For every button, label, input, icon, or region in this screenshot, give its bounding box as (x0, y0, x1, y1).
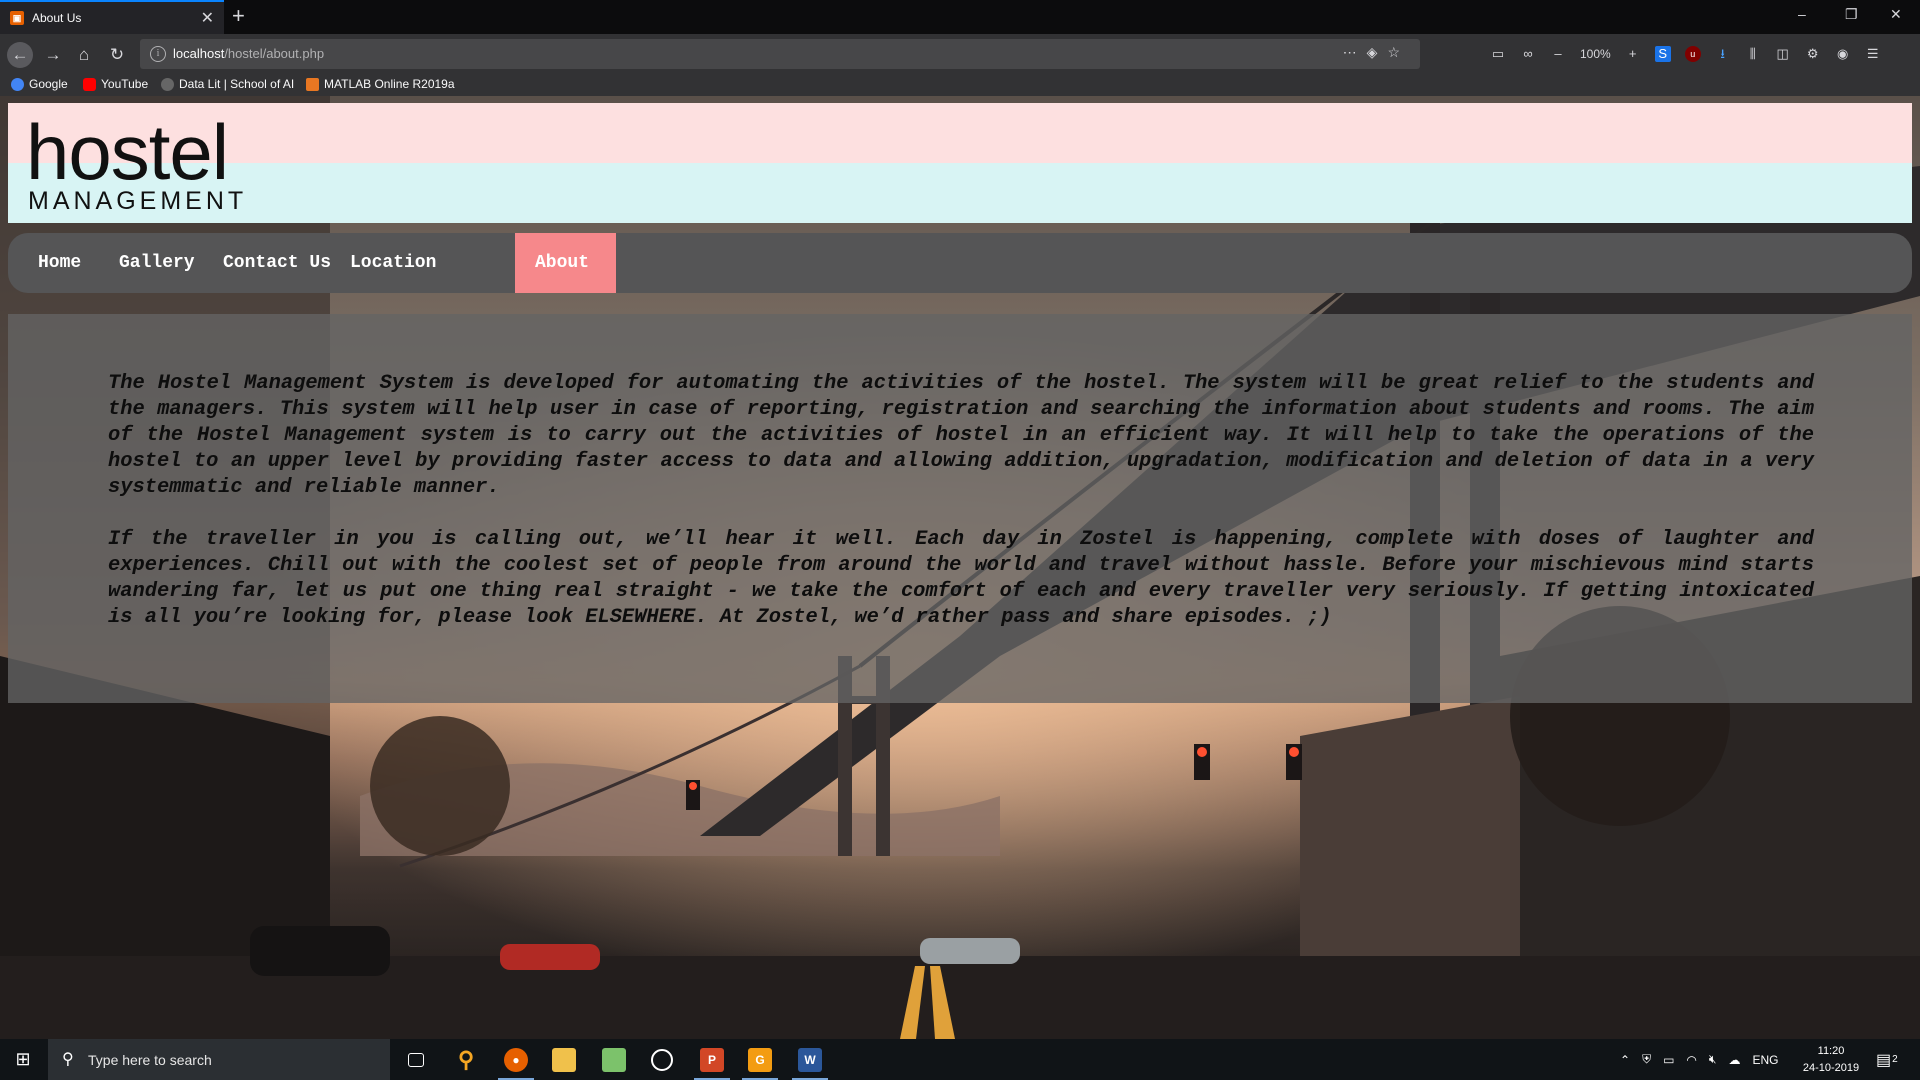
taskbar-search-input[interactable] (86, 1047, 380, 1073)
bookmark-google[interactable]: Google (11, 77, 68, 91)
about-content-panel: The Hostel Management System is develope… (8, 314, 1912, 703)
bookmark-data-lit[interactable]: Data Lit | School of AI (161, 77, 294, 91)
logo-word: hostel (26, 108, 229, 196)
defender-icon[interactable]: ⛨ (1642, 1052, 1651, 1067)
file-explorer-icon[interactable] (540, 1039, 588, 1080)
tab-title: About Us (32, 11, 82, 25)
task-view-icon[interactable] (392, 1039, 440, 1080)
reader-view-icon[interactable]: ▭ (1490, 46, 1506, 62)
settings-gear-icon[interactable]: ⚙ (1805, 46, 1821, 62)
taskbar-search[interactable]: ⚲ (48, 1039, 390, 1080)
restore-button[interactable]: ❐ (1845, 6, 1858, 23)
url-bar[interactable]: i localhost/hostel/about.php ⋯◈☆ (140, 39, 1420, 69)
site-header: hostel MANAGEMENT (8, 103, 1912, 223)
account-icon[interactable]: ◉ (1835, 46, 1851, 62)
more-actions-icon: ⋯ (1342, 44, 1367, 60)
extension-s-icon[interactable]: S (1654, 46, 1671, 62)
system-tray: ⌃ ⛨ ▭ ◠ 🔇︎ ☁ ENG (1620, 1039, 1778, 1080)
windows-start-icon[interactable]: ⊞ (0, 1039, 46, 1080)
menu-hamburger-icon[interactable]: ☰ (1865, 46, 1881, 62)
app-orange-icon[interactable]: G (736, 1039, 784, 1080)
about-paragraph-2: If the traveller in you is calling out, … (108, 528, 1814, 629)
library-icon[interactable]: ⫼ (1745, 46, 1761, 62)
bookmark-matlab[interactable]: MATLAB Online R2019a (306, 77, 455, 91)
notepad-icon[interactable] (590, 1039, 638, 1080)
clock-time: 11:20 (1817, 1045, 1845, 1057)
zoom-in-icon[interactable]: + (1625, 46, 1641, 62)
bookmarks-toolbar: Google YouTube Data Lit | School of AI M… (0, 74, 1920, 97)
reload-icon[interactable]: ↻ (104, 42, 130, 68)
sidebar-icon[interactable]: ◫ (1775, 46, 1791, 62)
navigation-toolbar: ← → ⌂ ↻ i localhost/hostel/about.php ⋯◈☆… (0, 34, 1920, 74)
close-window-button[interactable]: ✕ (1890, 6, 1902, 23)
volume-mute-icon[interactable]: 🔇︎ (1709, 1052, 1717, 1067)
matlab-icon (306, 77, 319, 91)
page-actions[interactable]: ⋯◈☆ (1343, 44, 1410, 61)
forward-button[interactable]: → (40, 42, 66, 68)
tray-overflow-icon[interactable]: ⌃ (1620, 1053, 1630, 1067)
search-icon: ⚲ (62, 1051, 74, 1068)
taskbar-clock[interactable]: 11:20 24-10-2019 (1796, 1043, 1866, 1077)
tab-about-us[interactable]: ▣ About Us ✕ (0, 0, 224, 34)
tab-bar: ▣ About Us ✕ + – ❐ ✕ (0, 0, 1920, 34)
logo-subtitle: MANAGEMENT (28, 187, 248, 215)
tab-close-icon[interactable]: ✕ (201, 8, 214, 28)
youtube-icon (83, 77, 96, 91)
glasses-icon[interactable]: ∞ (1520, 46, 1536, 62)
battery-icon[interactable]: ▭ (1663, 1053, 1674, 1067)
search-app-icon[interactable]: ⚲ (442, 1039, 490, 1080)
language-indicator[interactable]: ENG (1752, 1053, 1778, 1067)
google-icon (11, 77, 24, 91)
back-button[interactable]: ← (7, 42, 33, 68)
hostel-management-logo[interactable]: hostel MANAGEMENT (26, 103, 246, 223)
minimize-button[interactable]: – (1798, 6, 1806, 22)
nav-gallery[interactable]: Gallery (99, 233, 215, 293)
bookmark-youtube[interactable]: YouTube (83, 77, 148, 91)
nav-contact-us[interactable]: Contact Us (203, 233, 351, 293)
notification-count: 2 (1892, 1054, 1898, 1065)
home-icon[interactable]: ⌂ (71, 42, 97, 68)
url-text[interactable]: localhost/hostel/about.php (173, 46, 324, 61)
firefox-taskbar-icon[interactable]: ● (492, 1039, 540, 1080)
download-icon[interactable]: ⭳ (1715, 46, 1731, 62)
windows-taskbar: ⊞ ⚲ ⚲ ● P G W ⌃ ⛨ ▭ ◠ 🔇︎ ☁ ENG 11:20 24-… (0, 1039, 1920, 1080)
nav-home[interactable]: Home (18, 233, 101, 293)
zoom-level[interactable]: 100% (1580, 47, 1611, 61)
school-of-ai-icon (161, 77, 174, 91)
new-tab-button[interactable]: + (232, 3, 245, 29)
site-info-icon[interactable]: i (150, 46, 166, 62)
page-viewport: hostel MANAGEMENT Home Gallery Contact U… (0, 96, 1920, 1039)
toolbar-icons: ▭ ∞ – 100% + S u ⭳ ⫼ ◫ ⚙ ◉ ☰ (1490, 42, 1881, 66)
nav-about[interactable]: About (515, 233, 616, 293)
main-nav: Home Gallery Contact Us Location About (8, 233, 1912, 293)
word-icon[interactable]: W (786, 1039, 834, 1080)
ublock-icon[interactable]: u (1684, 46, 1701, 62)
clock-date: 24-10-2019 (1802, 1062, 1860, 1074)
nav-location[interactable]: Location (330, 233, 456, 293)
xbox-icon[interactable] (638, 1039, 686, 1080)
wifi-icon[interactable]: ◠ (1686, 1053, 1696, 1067)
pocket-icon: ◈ (1366, 44, 1388, 60)
powerpoint-icon[interactable]: P (688, 1039, 736, 1080)
header-bottom-band (8, 163, 1912, 223)
about-paragraph-1: The Hostel Management System is develope… (108, 372, 1814, 499)
bookmark-star-icon: ☆ (1387, 44, 1410, 60)
onedrive-icon[interactable]: ☁ (1728, 1053, 1740, 1067)
action-center-icon[interactable]: ▤ 2 (1876, 1039, 1898, 1080)
site-favicon-icon: ▣ (10, 11, 24, 25)
zoom-out-icon[interactable]: – (1550, 46, 1566, 62)
header-top-band (8, 103, 1912, 163)
